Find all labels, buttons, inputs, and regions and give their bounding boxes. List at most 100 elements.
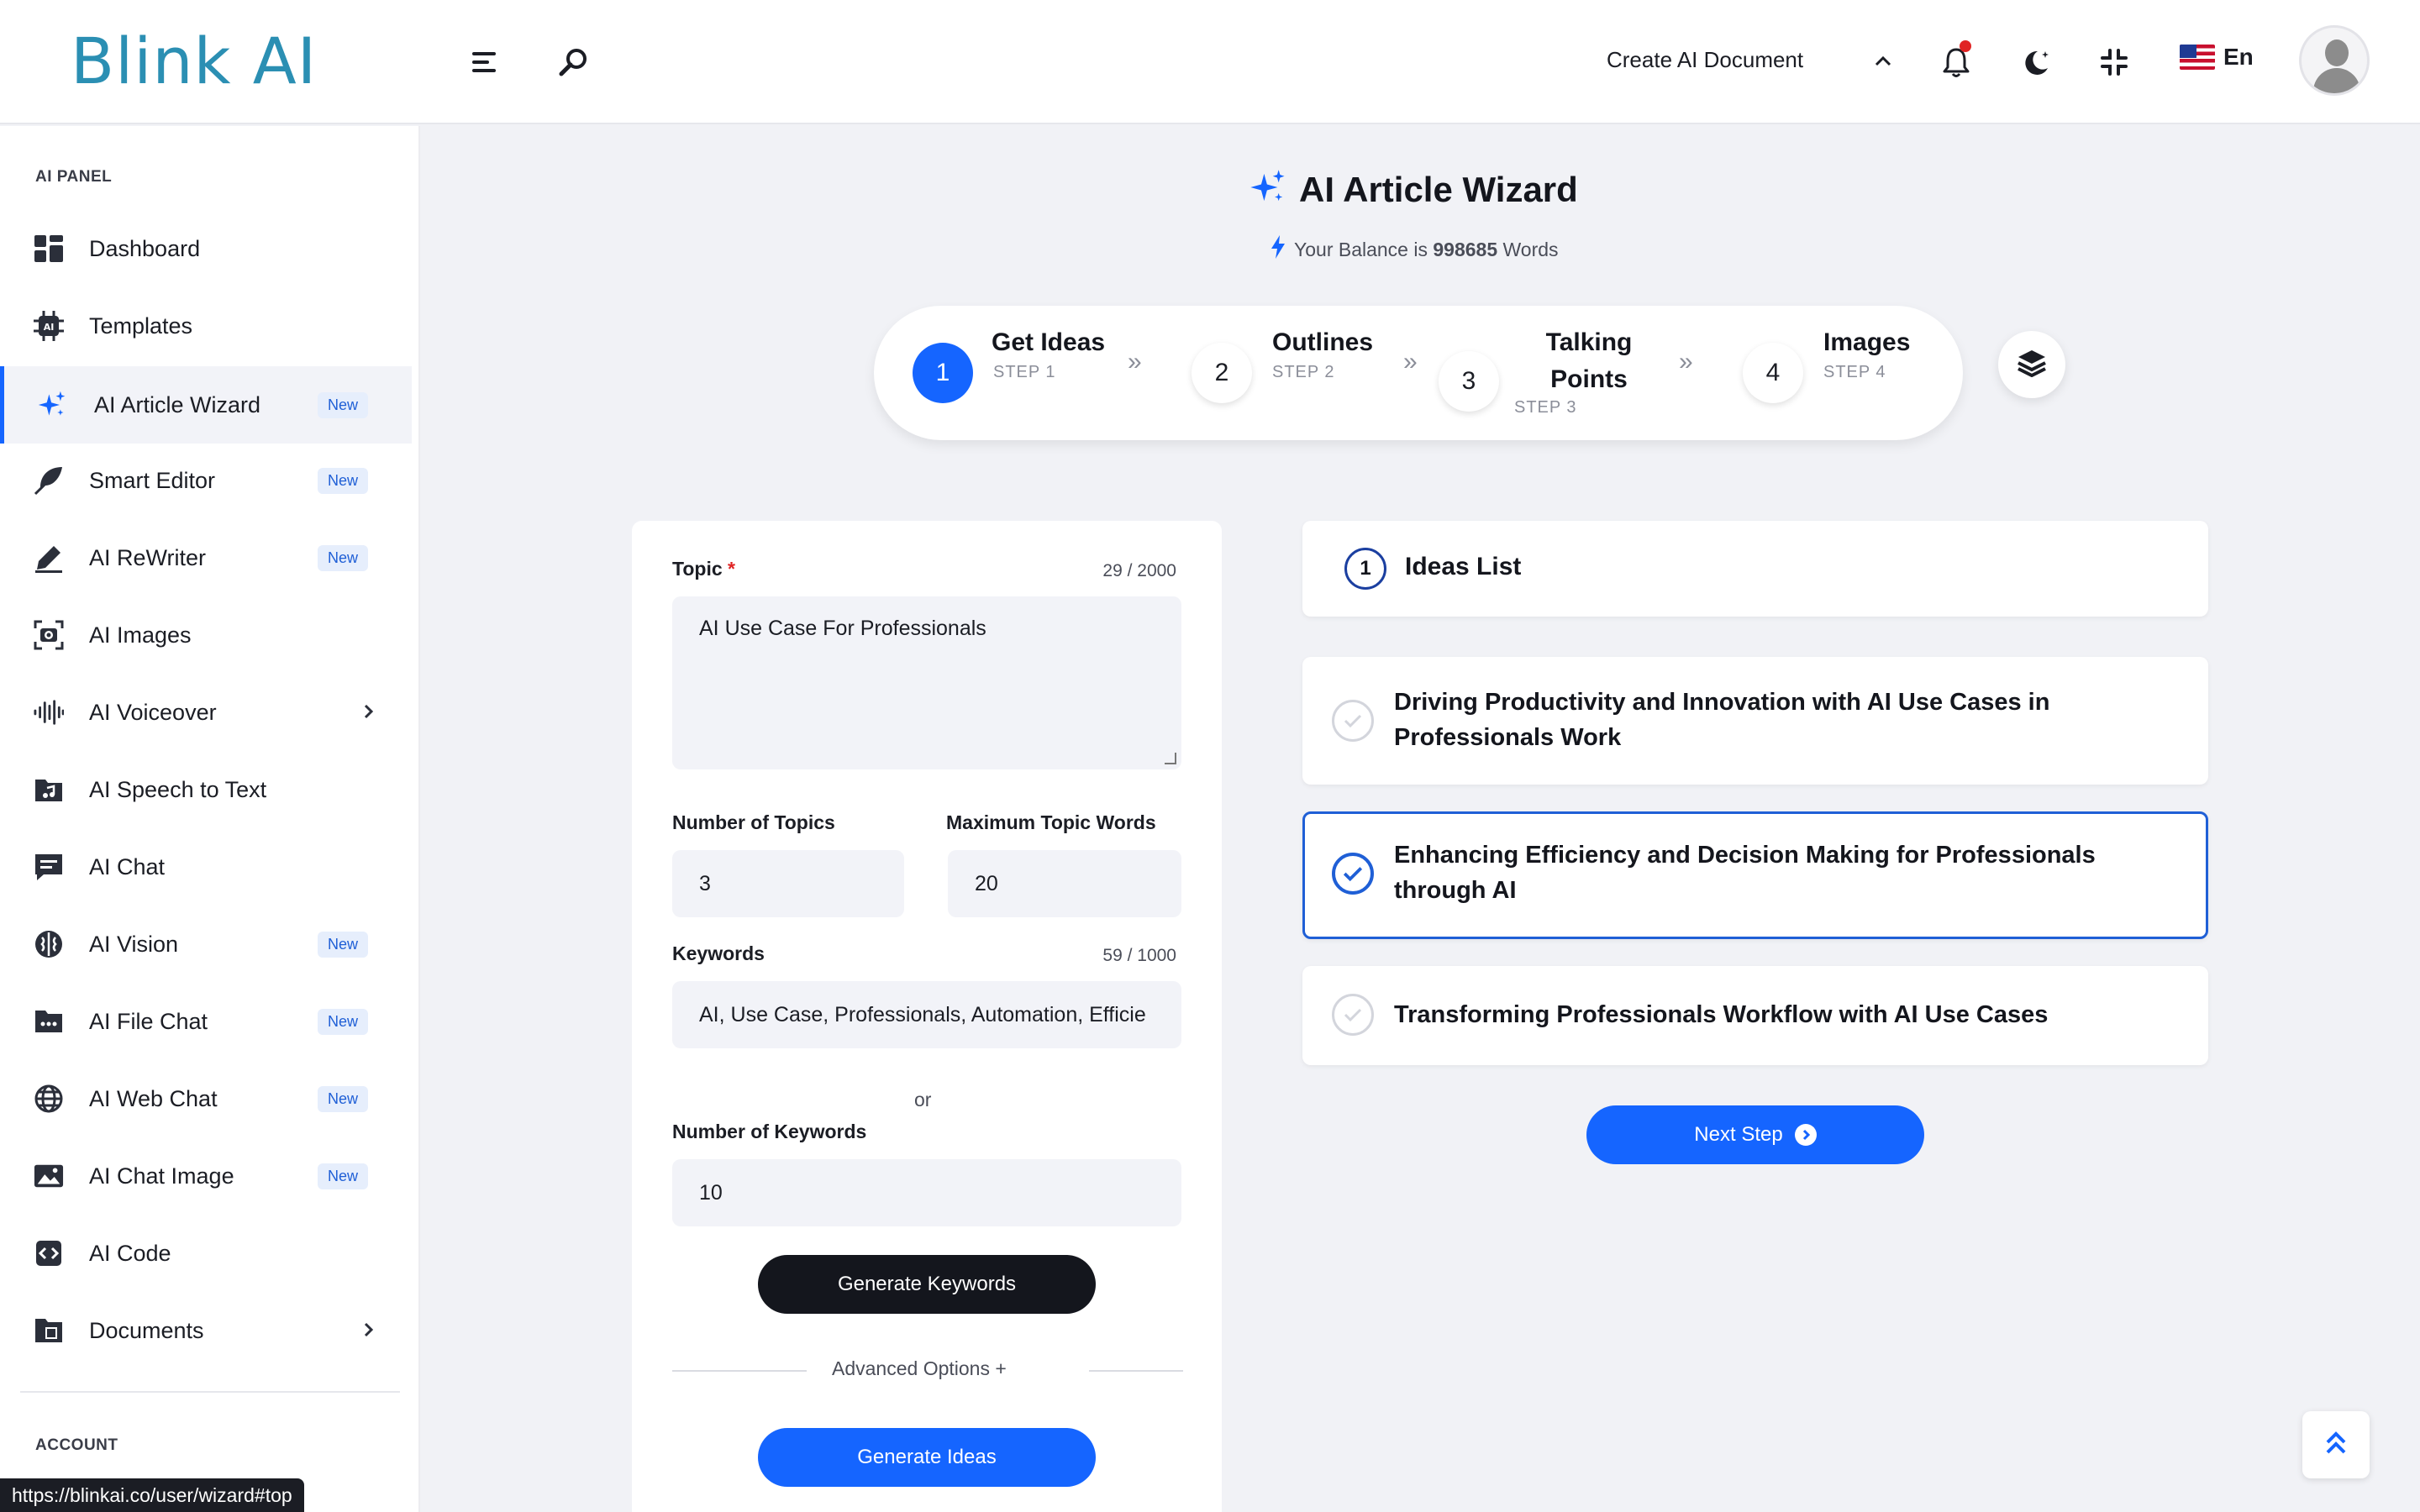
double-chevron-up-icon — [2324, 1431, 2348, 1460]
chevron-right-icon — [363, 1318, 375, 1344]
arrow-right-icon — [1794, 1124, 1817, 1146]
sidebar-section-label: AI PANEL — [35, 168, 113, 186]
layers-icon — [2017, 349, 2047, 381]
sidebar-item-templates[interactable]: AI Templates — [0, 287, 412, 365]
sidebar-item-ai-vision[interactable]: AI Vision New — [0, 906, 412, 983]
keywords-label: Keywords — [672, 942, 765, 964]
sidebar: AI PANEL Dashboard AI Templates AI Artic… — [0, 126, 420, 1512]
language-selector[interactable]: En — [2180, 44, 2254, 71]
notification-dot — [1960, 40, 1971, 52]
advanced-options-toggle[interactable]: Advanced Options + — [832, 1357, 1007, 1380]
sidebar-item-ai-chat[interactable]: AI Chat — [0, 828, 412, 906]
step-1-circle[interactable]: 1 — [913, 343, 973, 403]
check-circle-icon — [1332, 700, 1374, 742]
new-badge: New — [318, 1085, 369, 1112]
step-3-title: Talking Points — [1545, 328, 1633, 393]
moon-icon[interactable] — [2018, 44, 2055, 81]
sidebar-item-label: AI Voiceover — [89, 699, 217, 725]
balance-info: Your Balance is 998685 Words — [1270, 235, 1559, 264]
sidebar-item-ai-article-wizard[interactable]: AI Article Wizard New — [0, 366, 412, 444]
new-badge: New — [318, 544, 369, 571]
idea-option-selected[interactable]: Enhancing Efficiency and Decision Making… — [1302, 811, 2208, 939]
waveform-icon — [34, 697, 64, 727]
sidebar-item-ai-file-chat[interactable]: AI File Chat New — [0, 983, 412, 1060]
generate-ideas-button[interactable]: Generate Ideas — [758, 1428, 1096, 1487]
check-circle-icon — [1332, 994, 1374, 1036]
create-ai-document-button[interactable]: Create AI Document — [1607, 47, 1803, 73]
sidebar-item-ai-speech-to-text[interactable]: AI Speech to Text — [0, 751, 412, 828]
chat-icon — [34, 852, 64, 882]
step-3-circle[interactable]: 3 — [1439, 351, 1499, 412]
step-4-sub: STEP 4 — [1823, 363, 1886, 381]
sidebar-item-ai-voiceover[interactable]: AI Voiceover — [0, 674, 412, 751]
step-2-sub: STEP 2 — [1272, 363, 1335, 381]
keywords-input[interactable]: AI, Use Case, Professionals, Automation,… — [672, 981, 1181, 1048]
search-icon[interactable] — [556, 45, 590, 79]
step-2-title: Outlines — [1272, 328, 1374, 356]
topic-label: Topic * — [672, 558, 735, 580]
step-4-circle[interactable]: 4 — [1743, 343, 1803, 403]
compress-icon[interactable] — [2097, 45, 2131, 79]
layers-button[interactable] — [1998, 331, 2065, 398]
sidebar-account-label: ACCOUNT — [35, 1436, 118, 1454]
sidebar-item-ai-rewriter[interactable]: AI ReWriter New — [0, 519, 412, 596]
sidebar-item-label: Documents — [89, 1317, 204, 1343]
ideas-form-card: Topic * 29 / 2000 AI Use Case For Profes… — [632, 521, 1222, 1512]
step-arrow: » — [1128, 348, 1142, 375]
divider-right — [1089, 1370, 1183, 1372]
new-badge: New — [318, 1163, 369, 1189]
sidebar-item-dashboard[interactable]: Dashboard — [0, 210, 412, 287]
sidebar-item-label: Smart Editor — [89, 467, 216, 493]
menu-icon[interactable] — [471, 47, 501, 77]
scroll-to-top-button[interactable] — [2302, 1411, 2370, 1478]
number-of-topics-input[interactable]: 3 — [672, 850, 904, 917]
sidebar-item-documents[interactable]: Documents — [0, 1292, 412, 1369]
logo[interactable]: Blink AI — [71, 24, 317, 98]
sidebar-item-label: AI File Chat — [89, 1008, 208, 1034]
sidebar-item-label: AI Chat — [89, 853, 166, 879]
sparkles-icon — [37, 390, 67, 420]
bell-icon[interactable] — [1939, 40, 1973, 81]
chip-icon: AI — [34, 311, 64, 341]
new-badge: New — [318, 931, 369, 958]
or-separator: or — [914, 1089, 932, 1110]
sidebar-item-label: Dashboard — [89, 235, 201, 261]
idea-option[interactable]: Transforming Professionals Workflow with… — [1302, 966, 2208, 1065]
wizard-stepper: 1 Get Ideas STEP 1 » 2 Outlines STEP 2 »… — [874, 306, 1963, 440]
sidebar-item-smart-editor[interactable]: Smart Editor New — [0, 442, 412, 519]
avatar[interactable] — [2299, 25, 2370, 96]
step-2-circle[interactable]: 2 — [1192, 343, 1252, 403]
flag-us-icon — [2180, 45, 2215, 70]
idea-option[interactable]: Driving Productivity and Innovation with… — [1302, 657, 2208, 785]
chevron-up-icon[interactable] — [1870, 49, 1896, 74]
new-badge: New — [318, 1008, 369, 1035]
ideas-number-badge: 1 — [1344, 548, 1386, 590]
next-step-label: Next Step — [1694, 1123, 1783, 1146]
sidebar-item-ai-code[interactable]: AI Code — [0, 1215, 412, 1292]
ideas-list-title: Ideas List — [1405, 553, 1522, 580]
number-of-keywords-input[interactable]: 10 — [672, 1159, 1181, 1226]
sidebar-divider — [20, 1391, 400, 1393]
step-arrow: » — [1403, 348, 1418, 375]
number-of-keywords-label: Number of Keywords — [672, 1121, 867, 1142]
sidebar-item-ai-chat-image[interactable]: AI Chat Image New — [0, 1137, 412, 1215]
next-step-button[interactable]: Next Step — [1586, 1105, 1924, 1164]
sidebar-item-label: AI Code — [89, 1240, 171, 1266]
sidebar-item-ai-images[interactable]: AI Images — [0, 596, 412, 674]
topic-textarea[interactable]: AI Use Case For Professionals — [672, 596, 1181, 769]
step-3-sub: STEP 3 — [1514, 398, 1577, 417]
maximum-topic-words-input[interactable]: 20 — [948, 850, 1181, 917]
sidebar-item-label: AI Vision — [89, 931, 179, 957]
sidebar-item-ai-web-chat[interactable]: AI Web Chat New — [0, 1060, 412, 1137]
folder-dots-icon — [34, 1006, 64, 1037]
top-bar: Blink AI Create AI Document En — [0, 0, 2420, 124]
page-title-row: AI Article Wizard — [1249, 168, 1578, 211]
sparkles-icon — [1249, 168, 1287, 211]
camera-icon — [34, 620, 64, 650]
feather-icon — [34, 465, 64, 496]
resize-handle[interactable] — [1165, 753, 1176, 764]
sidebar-item-label: Templates — [89, 312, 193, 339]
balance-value: 998685 — [1433, 238, 1498, 260]
generate-keywords-button[interactable]: Generate Keywords — [758, 1255, 1096, 1314]
keywords-char-count: 59 / 1000 — [1102, 946, 1176, 965]
